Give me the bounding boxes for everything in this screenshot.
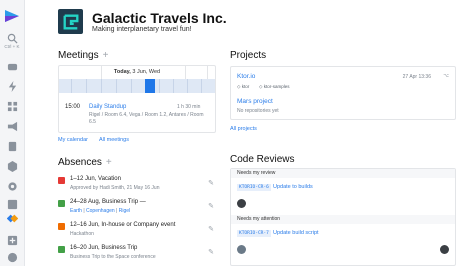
absence-item[interactable]: 1–12 Jun, Vacation Approved by Hadi Smit…: [58, 176, 214, 194]
edit-pencil-icon[interactable]: ✎: [208, 179, 214, 187]
org-subtitle: Making interplanetary travel fun!: [92, 26, 192, 33]
chat-icon[interactable]: [6, 61, 18, 73]
settings-gear-icon[interactable]: [6, 180, 18, 192]
search-shortcut-label: Ctrl + K: [4, 44, 20, 49]
meeting-name[interactable]: Daily Standup: [89, 104, 126, 110]
timeline-band[interactable]: [59, 79, 215, 93]
package-icon[interactable]: [6, 160, 18, 172]
company-event-icon: [58, 223, 65, 230]
left-nav-rail: Ctrl + K: [0, 0, 25, 266]
my-calendar-link[interactable]: My calendar: [58, 137, 88, 143]
avatar: [237, 199, 246, 208]
vacation-icon: [58, 177, 65, 184]
project-name[interactable]: Mars project: [237, 98, 273, 105]
help-icon[interactable]: [6, 251, 18, 263]
add-icon[interactable]: [6, 234, 18, 246]
avatar: [440, 245, 449, 254]
search-icon[interactable]: [6, 32, 18, 44]
location-link[interactable]: Copenhagen: [86, 208, 115, 214]
absence-detail: Business Trip to the Space conference: [70, 254, 156, 260]
code-reviews-title: Code Reviews: [230, 154, 295, 165]
project-date: 27 Apr 13:36: [402, 74, 431, 80]
absence-detail: Approved by Hadi Smith, 21 May 16 Jun: [70, 185, 160, 191]
repo-tag-label: ktor-samples: [263, 84, 290, 89]
add-absence-icon[interactable]: +: [106, 157, 112, 168]
repo-tag-label: ktor: [241, 84, 250, 89]
repo-tag: ◇ ktor-samples: [259, 84, 290, 89]
timeline-date: Today, 3 Jun, Wed: [59, 69, 215, 75]
lightning-icon[interactable]: [6, 80, 18, 92]
absence-title: 16–20 Jun, Business Trip: [70, 245, 138, 251]
apps-grid-icon[interactable]: [6, 100, 18, 112]
repo-tag: ◇ ktor: [237, 84, 250, 89]
edit-pencil-icon[interactable]: ✎: [208, 248, 214, 256]
location-link[interactable]: Rigel: [119, 208, 130, 214]
all-projects-link[interactable]: All projects: [230, 126, 257, 132]
review-group-header: Needs my review: [231, 169, 455, 178]
project-note: No repositories yet: [237, 108, 279, 114]
business-trip-icon: [58, 246, 65, 253]
meeting-time: 15:00: [65, 104, 81, 110]
absence-detail: Earth | Copenhagen | Rigel: [70, 208, 131, 214]
extension-colored-icon[interactable]: [6, 212, 18, 224]
review-title[interactable]: Update to builds: [273, 184, 313, 190]
absences-section: Absences +: [58, 157, 112, 168]
meeting-block[interactable]: [145, 79, 155, 93]
projects-card: Ktor.io 27 Apr 13:36 ⌥ ◇ ktor ◇ ktor-sam…: [230, 66, 456, 120]
timeline-date-rest: 3 Jun, Wed: [130, 69, 161, 75]
timeline-date-today: Today,: [113, 69, 131, 75]
meetings-card: Today, 3 Jun, Wed 15:00 Daily Standup 1 …: [58, 65, 216, 133]
absence-item[interactable]: 24–28 Aug, Business Trip — Earth | Copen…: [58, 199, 214, 217]
absence-title: 12–16 Jun, In-house or Company event: [70, 222, 176, 228]
review-code[interactable]: KTORIO-CR-6: [237, 184, 271, 191]
edit-pencil-icon[interactable]: ✎: [208, 225, 214, 233]
projects-title: Projects: [230, 50, 267, 61]
absences-title: Absences: [58, 157, 102, 168]
absence-detail: Hackathon: [70, 231, 94, 237]
meetings-section: Meetings +: [58, 50, 108, 61]
project-name[interactable]: Ktor.io: [237, 73, 255, 80]
document-icon[interactable]: [6, 140, 18, 152]
meetings-title: Meetings: [58, 50, 99, 61]
org-title: Galactic Travels Inc.: [92, 10, 227, 26]
review-group-header: Needs my attention: [231, 215, 455, 224]
absence-title: 24–28 Aug, Business Trip —: [70, 199, 146, 205]
checklist-icon[interactable]: [6, 198, 18, 210]
edit-pencil-icon[interactable]: ✎: [208, 202, 214, 210]
business-trip-icon: [58, 200, 65, 207]
all-meetings-link[interactable]: All meetings: [99, 137, 129, 143]
absence-item[interactable]: 16–20 Jun, Business Trip Business Trip t…: [58, 245, 214, 263]
add-meeting-icon[interactable]: +: [103, 50, 109, 61]
meeting-duration: 1 h 30 min: [177, 104, 201, 110]
meeting-location: Rigel / Room 6.4, Vega / Room 1.2, Antar…: [89, 112, 204, 125]
git-repo-icon: ⌥: [443, 73, 449, 79]
code-reviews-card: Needs my review KTORIO-CR-6 Update to bu…: [230, 168, 456, 266]
absence-title: 1–12 Jun, Vacation: [70, 176, 121, 182]
review-code[interactable]: KTORIO-CR-7: [237, 230, 271, 237]
avatar: [237, 245, 246, 254]
location-link[interactable]: Earth: [70, 208, 82, 214]
absence-item[interactable]: 12–16 Jun, In-house or Company event Hac…: [58, 222, 214, 240]
review-title[interactable]: Update build script: [273, 230, 319, 236]
org-logo: [58, 9, 83, 34]
megaphone-icon[interactable]: [6, 120, 18, 132]
space-logo-icon[interactable]: [4, 9, 20, 23]
